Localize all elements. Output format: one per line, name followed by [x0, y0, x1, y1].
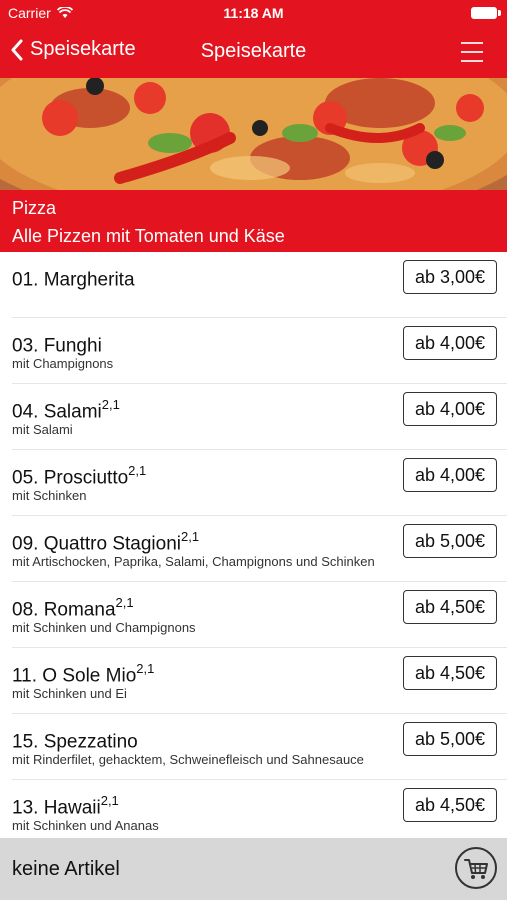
- page-title: Speisekarte: [200, 40, 307, 62]
- item-name: 05. Prosciutto2,1: [12, 463, 147, 489]
- menu-item[interactable]: 15. Spezzatino mit Rinderfilet, gehackte…: [0, 714, 507, 780]
- item-name: 03. Funghi: [12, 335, 102, 357]
- menu-item[interactable]: 05. Prosciutto2,1 mit Schinken ab 4,00€: [0, 450, 507, 516]
- price-button[interactable]: ab 4,50€: [403, 590, 497, 624]
- cart-bar: keine Artikel: [0, 838, 507, 900]
- navigation-bar: Speisekarte Speisekarte: [0, 26, 507, 78]
- item-description: mit Schinken und Champignons: [12, 620, 196, 635]
- menu-item[interactable]: 11. O Sole Mio2,1 mit Schinken und Ei ab…: [0, 648, 507, 714]
- price-button[interactable]: ab 4,00€: [403, 458, 497, 492]
- item-name: 15. Spezzatino: [12, 731, 138, 753]
- item-description: mit Salami: [12, 422, 73, 437]
- price-button[interactable]: ab 3,00€: [403, 260, 497, 294]
- price-button[interactable]: ab 4,50€: [403, 788, 497, 822]
- menu-item[interactable]: 13. Hawaii2,1 mit Schinken und Ananas ab…: [0, 780, 507, 846]
- menu-icon[interactable]: [461, 42, 483, 62]
- item-name: 11. O Sole Mio2,1: [12, 661, 155, 687]
- category-description: Alle Pizzen mit Tomaten und Käse: [12, 226, 285, 246]
- cart-status: keine Artikel: [12, 858, 120, 880]
- pizza-banner-image: [0, 78, 507, 190]
- item-name: 01. Margherita: [12, 269, 135, 291]
- category-header: Pizza Alle Pizzen mit Tomaten und Käse: [0, 190, 507, 252]
- battery-icon: [471, 7, 501, 19]
- menu-item[interactable]: 08. Romana2,1 mit Schinken und Champigno…: [0, 582, 507, 648]
- item-description: mit Schinken: [12, 488, 87, 503]
- price-button[interactable]: ab 4,50€: [403, 656, 497, 690]
- item-description: mit Schinken und Ei: [12, 686, 127, 701]
- menu-item[interactable]: 04. Salami2,1 mit Salami ab 4,00€: [0, 384, 507, 450]
- menu-item[interactable]: 03. Funghi mit Champignons ab 4,00€: [0, 318, 507, 384]
- item-name: 08. Romana2,1: [12, 595, 134, 621]
- price-button[interactable]: ab 5,00€: [403, 524, 497, 558]
- item-description: mit Champignons: [12, 356, 114, 371]
- price-button[interactable]: ab 5,00€: [403, 722, 497, 756]
- item-name: 04. Salami2,1: [12, 397, 120, 423]
- menu-item[interactable]: 09. Quattro Stagioni2,1 mit Artischocken…: [0, 516, 507, 582]
- price-button[interactable]: ab 4,00€: [403, 326, 497, 360]
- menu-item[interactable]: 01. Margherita ab 3,00€: [0, 252, 507, 318]
- menu-list: 01. Margherita ab 3,00€ 03. Funghi mit C…: [0, 252, 507, 846]
- category-name: Pizza: [12, 198, 57, 218]
- item-name: 09. Quattro Stagioni2,1: [12, 529, 200, 555]
- status-time: 11:18 AM: [223, 5, 284, 21]
- price-button[interactable]: ab 4,00€: [403, 392, 497, 426]
- item-description: mit Schinken und Ananas: [12, 818, 159, 833]
- item-description: mit Artischocken, Paprika, Salami, Champ…: [12, 554, 375, 569]
- item-description: mit Rinderfilet, gehacktem, Schweineflei…: [12, 752, 364, 767]
- item-name: 13. Hawaii2,1: [12, 793, 119, 819]
- cart-button[interactable]: [455, 847, 497, 889]
- shopping-cart-icon: [464, 859, 488, 879]
- status-bar: Carrier 11:18 AM: [0, 0, 507, 26]
